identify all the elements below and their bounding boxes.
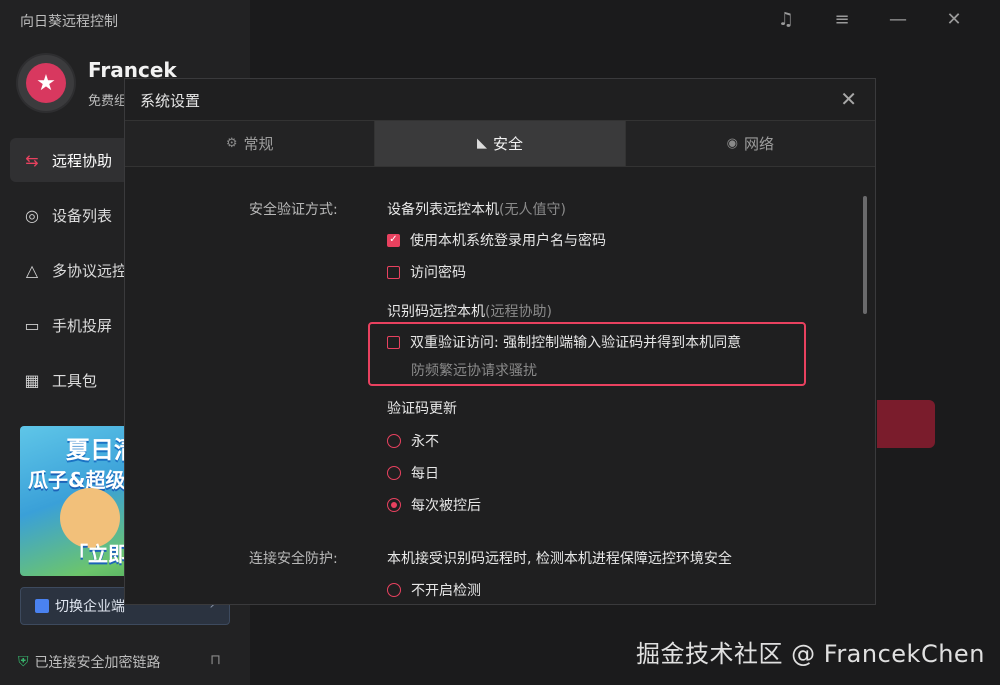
access-password-label: 访问密码 [410,265,466,281]
dialog-scrollbar[interactable] [863,196,867,314]
user-plan: 免费组 [88,94,128,109]
menu-icon[interactable]: ≡ [814,8,870,32]
option-access-password[interactable]: 访问密码 [387,262,466,282]
secure-status-text: 已连接安全加密链路 [34,655,161,671]
toolbox-icon: ▦ [24,370,40,390]
lock-icon[interactable]: ⊓ [210,652,221,668]
tab-label: 网络 [743,135,774,153]
remote-assist-icon: ⇆ [25,150,39,170]
globe-icon: ◉ [726,136,738,151]
sidebar-item-label: 远程协助 [52,151,113,170]
secure-connection-status: ⛨ 已连接安全加密链路 [18,652,161,672]
two-factor-label: 双重验证访问: 强制控制端输入验证码并得到本机同意 [410,335,742,351]
os-login-checkbox[interactable]: ✓ [387,233,400,247]
code-group-title-text: 识别码远控本机 [387,304,485,320]
option-os-login[interactable]: ✓ 使用本机系统登录用户名与密码 [387,230,606,250]
minimize-icon[interactable]: — [870,8,926,32]
device-group-title-text: 设备列表远控本机 [387,202,499,218]
promo-line-3: 「立即 [68,542,128,566]
watermark-text: 掘金技术社区 @ FrancekChen [636,640,985,668]
radio-label: 每次被控后 [411,498,481,514]
sidebar-item-label: 多协议远控 [52,261,128,280]
device-list-icon: ◎ [25,205,39,225]
app-title: 向日葵远程控制 [20,14,118,30]
radio-button[interactable] [387,434,401,448]
access-password-checkbox[interactable] [387,265,400,279]
option-two-factor[interactable]: 双重验证访问: 强制控制端输入验证码并得到本机同意 [387,332,741,352]
radio-label: 不开启检测 [411,583,481,599]
two-factor-subtext: 防频繁远协请求骚扰 [411,363,537,379]
switch-enterprise-label: 切换企业端 [55,599,125,615]
radio-no-check[interactable]: 不开启检测 [387,580,481,600]
radio-label: 永不 [411,434,439,450]
security-method-label: 安全验证方式: [249,202,338,218]
code-group-title: 识别码远控本机(远程协助) [387,301,552,321]
tab-label: 常规 [243,135,274,153]
background-connect-button[interactable] [877,400,935,448]
radio-refresh-never[interactable]: 永不 [387,431,439,451]
radio-label: 每日 [411,466,439,482]
radio-button[interactable] [387,498,401,512]
radio-button[interactable] [387,583,401,597]
settings-tabs: ⚙ 常规 ◣ 安全 ◉ 网络 [125,120,875,167]
screen-cast-icon: ▭ [24,315,40,335]
tab-network[interactable]: ◉ 网络 [625,121,875,166]
connection-security-label: 连接安全防护: [249,551,338,567]
tab-label: 安全 [492,135,523,153]
tab-general[interactable]: ⚙ 常规 [125,121,376,166]
avatar[interactable]: ★ [18,55,74,111]
os-login-label: 使用本机系统登录用户名与密码 [410,233,606,249]
connection-security-desc: 本机接受识别码远程时, 检测本机进程保障远控环境安全 [387,551,732,567]
sidebar-item-label: 手机投屏 [52,316,113,335]
radio-button[interactable] [387,466,401,480]
refresh-group-title: 验证码更新 [387,401,457,417]
gear-icon: ⚙ [225,136,238,151]
enterprise-icon [35,599,49,613]
code-group-hint: (远程协助) [485,304,552,320]
promo-line-2: 瓜子&超级 [28,468,126,492]
close-icon[interactable]: ✕ [926,8,982,32]
dialog-title: 系统设置 [140,92,201,110]
two-factor-checkbox[interactable] [387,335,400,349]
device-group-title: 设备列表远控本机(无人值守) [387,199,566,219]
bell-icon[interactable]: ♫ [758,8,814,32]
radio-refresh-after-control[interactable]: 每次被控后 [387,495,481,515]
window-controls: ♫ ≡ — ✕ [758,8,982,32]
dialog-close-icon[interactable]: ✕ [840,87,857,111]
shield-check-icon: ⛨ [18,654,29,670]
sidebar-item-label: 工具包 [52,371,98,390]
multi-protocol-icon: △ [25,260,39,280]
shield-icon: ◣ [476,136,487,151]
sidebar-item-label: 设备列表 [52,206,113,225]
tab-security[interactable]: ◣ 安全 [375,121,626,166]
device-group-hint: (无人值守) [499,202,566,218]
radio-refresh-daily[interactable]: 每日 [387,463,439,483]
star-icon: ★ [26,63,66,103]
app-window: 向日葵远程控制 ★ Francek 免费组 ⇆ 远程协助 ◎ 设备列表 △ 多协… [0,0,1000,685]
